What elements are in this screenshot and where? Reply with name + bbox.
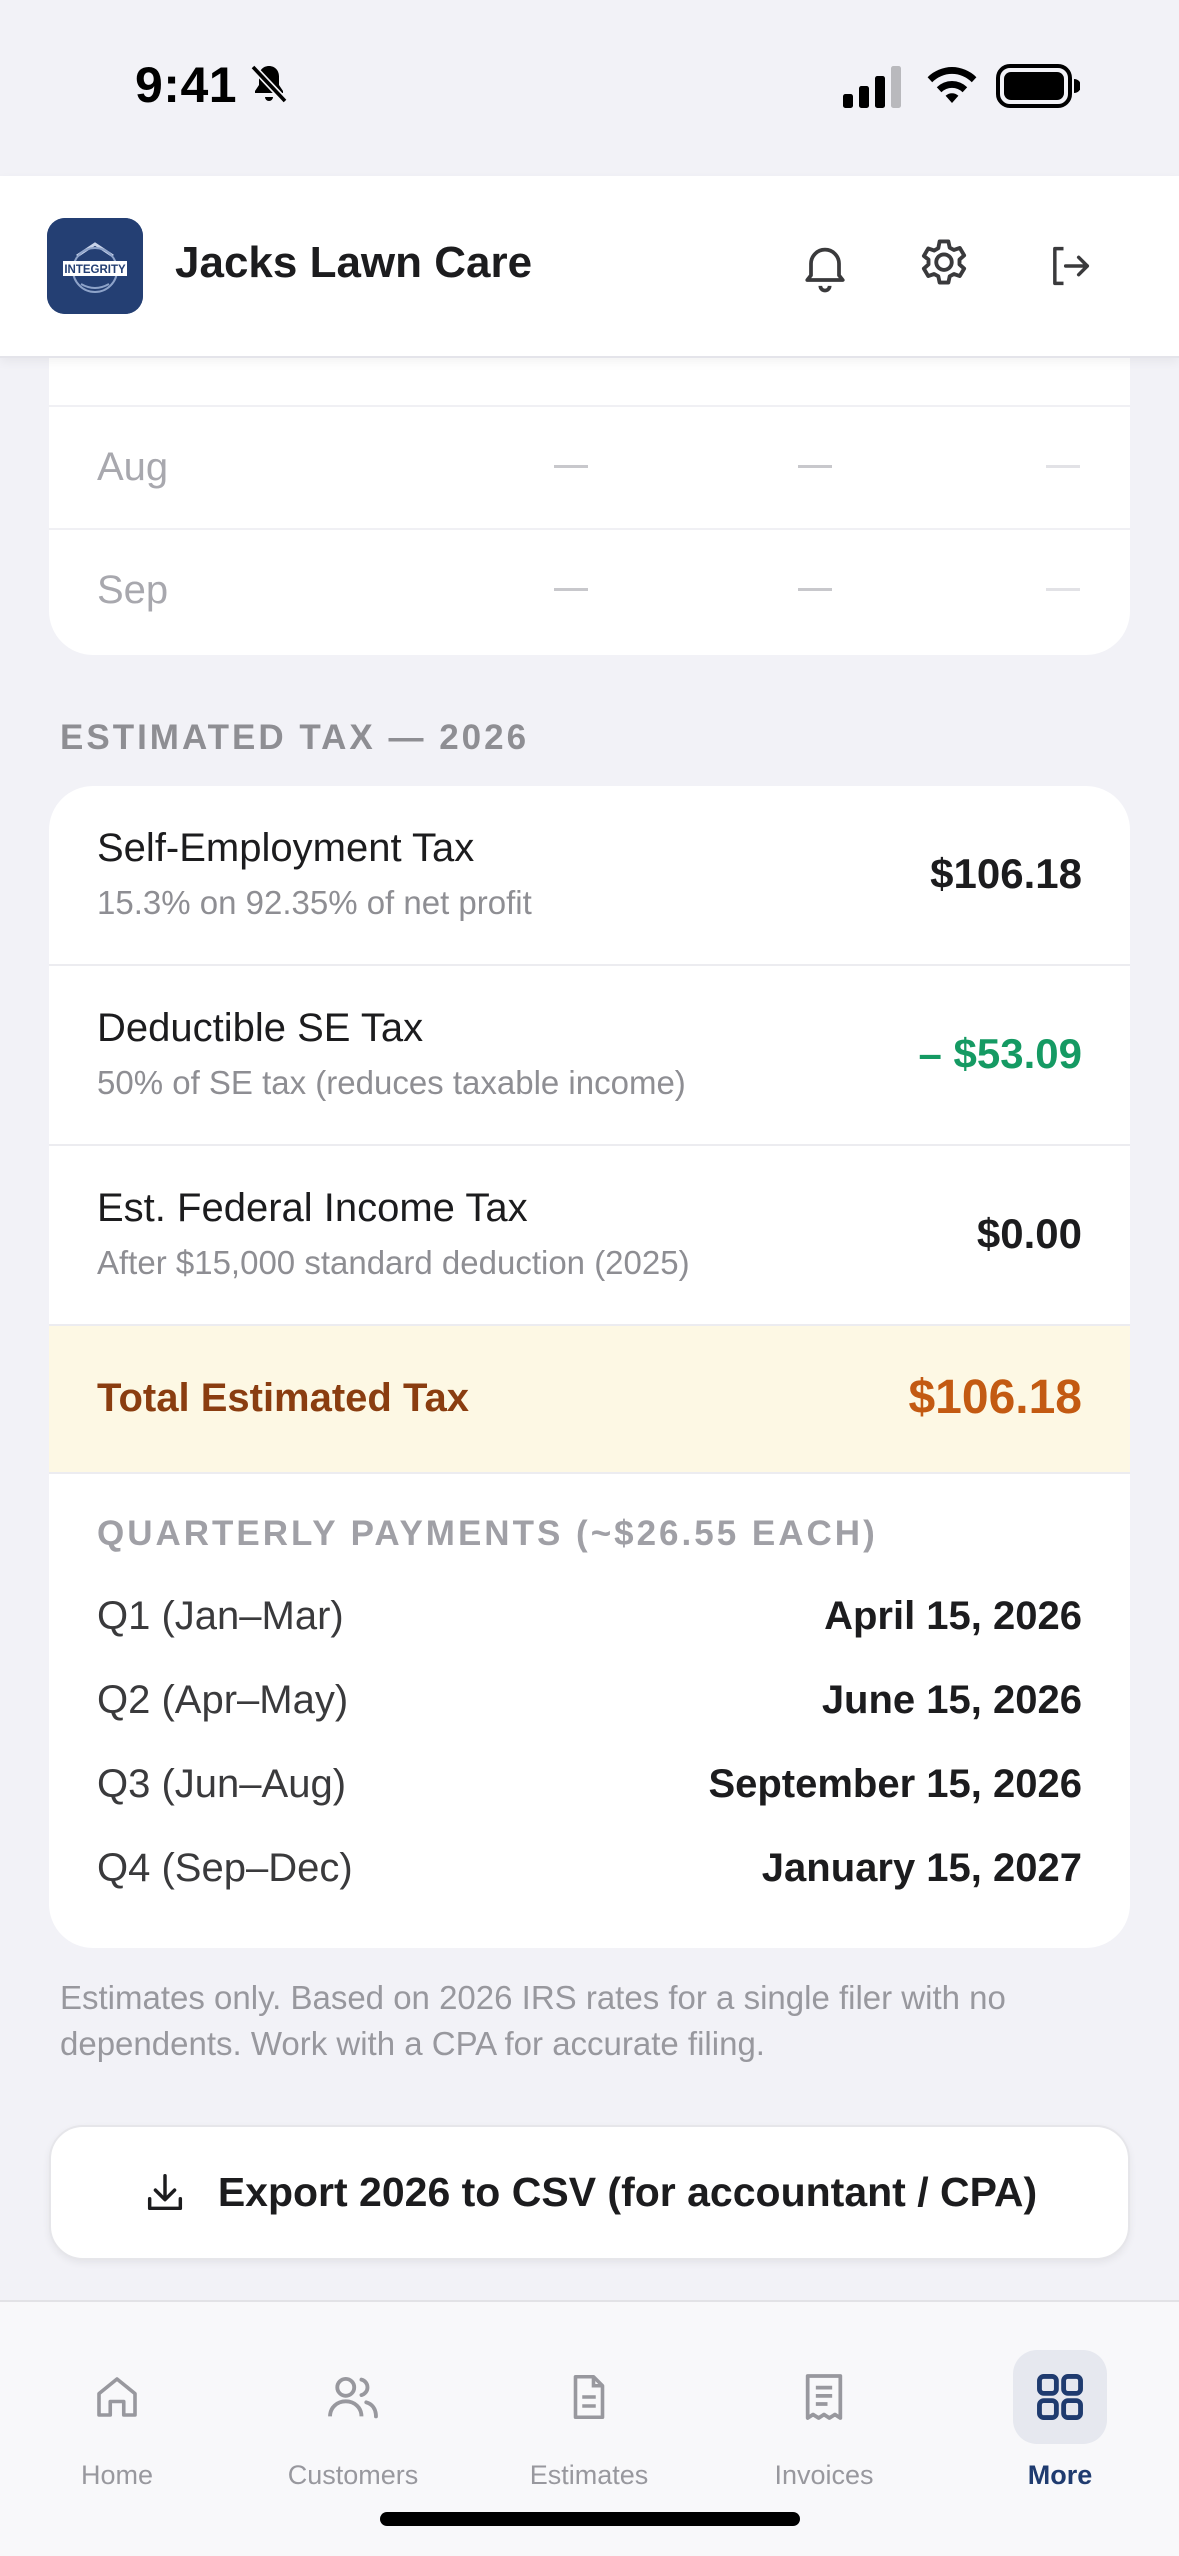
tax-row-subtitle: 50% of SE tax (reduces taxable income) bbox=[97, 1064, 686, 1101]
receipt-icon bbox=[777, 2350, 871, 2444]
quarter-due-date: June 15, 2026 bbox=[821, 1678, 1082, 1722]
status-time: 9:41 bbox=[135, 57, 238, 113]
quarter-name: Q2 (Apr–May) bbox=[97, 1678, 349, 1722]
tab-more[interactable]: More bbox=[950, 2350, 1170, 2500]
total-value: $106.18 bbox=[908, 1371, 1082, 1424]
wifi-icon bbox=[927, 67, 977, 103]
bell-off-icon bbox=[250, 64, 288, 104]
total-estimated-tax-row: Total Estimated Tax $106.18 bbox=[49, 1326, 1130, 1474]
tax-row-federal-income: Est. Federal Income Tax After $15,000 st… bbox=[49, 1146, 1130, 1326]
tax-row-deductible-se: Deductible SE Tax 50% of SE tax (reduces… bbox=[49, 966, 1130, 1146]
tab-invoices[interactable]: Invoices bbox=[714, 2350, 934, 2500]
quarter-due-date: January 15, 2027 bbox=[761, 1846, 1082, 1890]
quarter-row: Q2 (Apr–May) June 15, 2026 bbox=[49, 1678, 1130, 1738]
quarter-name: Q4 (Sep–Dec) bbox=[97, 1846, 353, 1890]
value-placeholder bbox=[798, 465, 832, 468]
tax-row-value: $0.00 bbox=[976, 1210, 1082, 1257]
home-icon bbox=[70, 2350, 164, 2444]
quarter-name: Q1 (Jan–Mar) bbox=[97, 1594, 344, 1638]
estimated-tax-card: Self-Employment Tax 15.3% on 92.35% of n… bbox=[49, 786, 1130, 1948]
tax-disclaimer: Estimates only. Based on 2026 IRS rates … bbox=[60, 1979, 1006, 2062]
value-placeholder bbox=[1046, 588, 1080, 591]
month-label: Sep bbox=[97, 568, 169, 612]
download-icon bbox=[147, 2173, 182, 2210]
value-placeholder bbox=[798, 588, 832, 591]
tax-row-value: – $53.09 bbox=[918, 1030, 1083, 1077]
tax-row-title: Self-Employment Tax bbox=[97, 826, 475, 870]
cellular-signal-icon bbox=[843, 66, 901, 108]
settings-button[interactable] bbox=[910, 232, 978, 300]
section-title-estimated-tax: ESTIMATED TAX — 2026 bbox=[60, 718, 530, 757]
export-button-label: Export 2026 to CSV (for accountant / CPA… bbox=[217, 2169, 1038, 2215]
tax-row-subtitle: 15.3% on 92.35% of net profit bbox=[97, 884, 532, 921]
export-csv-button[interactable]: Export 2026 to CSV (for accountant / CPA… bbox=[49, 2125, 1130, 2260]
users-icon bbox=[306, 2350, 400, 2444]
home-indicator[interactable] bbox=[380, 2512, 800, 2526]
quarter-due-date: April 15, 2026 bbox=[824, 1594, 1082, 1638]
status-bar: 9:41 bbox=[0, 0, 1179, 176]
tax-row-title: Deductible SE Tax bbox=[97, 1006, 424, 1050]
quarter-row: Q4 (Sep–Dec) January 15, 2027 bbox=[49, 1846, 1130, 1906]
tab-home[interactable]: Home bbox=[7, 2350, 227, 2500]
tab-customers[interactable]: Customers bbox=[243, 2350, 463, 2500]
value-placeholder bbox=[1046, 465, 1080, 468]
tab-label: More bbox=[1027, 2460, 1093, 2490]
tax-row-self-employment: Self-Employment Tax 15.3% on 92.35% of n… bbox=[49, 786, 1130, 966]
quarter-due-date: September 15, 2026 bbox=[708, 1762, 1082, 1806]
app-header: INTEGRITY Jacks Lawn Care bbox=[0, 176, 1179, 358]
tab-label: Estimates bbox=[529, 2460, 649, 2490]
document-icon bbox=[542, 2350, 636, 2444]
quarterly-payments-title: QUARTERLY PAYMENTS (~$26.55 EACH) bbox=[97, 1514, 878, 1553]
tax-row-title: Est. Federal Income Tax bbox=[97, 1186, 528, 1230]
logo-emblem-icon: INTEGRITY bbox=[47, 218, 143, 314]
value-placeholder bbox=[554, 465, 588, 468]
grid-icon bbox=[1013, 2350, 1107, 2444]
gear-icon bbox=[921, 239, 967, 285]
logout-icon bbox=[1053, 246, 1090, 286]
business-logo[interactable]: INTEGRITY bbox=[47, 218, 143, 314]
tax-row-value: $106.18 bbox=[930, 850, 1082, 897]
month-row-aug: Aug bbox=[49, 405, 1130, 528]
tab-label: Home bbox=[80, 2460, 154, 2490]
business-name: Jacks Lawn Care bbox=[175, 238, 533, 287]
tax-row-subtitle: After $15,000 standard deduction (2025) bbox=[97, 1244, 690, 1281]
total-label: Total Estimated Tax bbox=[97, 1376, 469, 1420]
quarter-row: Q1 (Jan–Mar) April 15, 2026 bbox=[49, 1594, 1130, 1654]
tab-label: Customers bbox=[287, 2460, 419, 2490]
tab-estimates[interactable]: Estimates bbox=[479, 2350, 699, 2500]
month-label: Aug bbox=[97, 445, 169, 489]
value-placeholder bbox=[554, 588, 588, 591]
logout-button[interactable] bbox=[1036, 232, 1104, 300]
notifications-button[interactable] bbox=[791, 232, 859, 300]
bell-icon bbox=[805, 247, 845, 293]
logo-text: INTEGRITY bbox=[64, 264, 126, 276]
quarter-row: Q3 (Jun–Aug) September 15, 2026 bbox=[49, 1762, 1130, 1822]
month-row-sep: Sep bbox=[49, 528, 1130, 651]
tab-label: Invoices bbox=[774, 2460, 874, 2490]
quarter-name: Q3 (Jun–Aug) bbox=[97, 1762, 347, 1806]
battery-icon bbox=[996, 64, 1080, 108]
monthly-breakdown-card: Aug Sep bbox=[49, 320, 1130, 655]
